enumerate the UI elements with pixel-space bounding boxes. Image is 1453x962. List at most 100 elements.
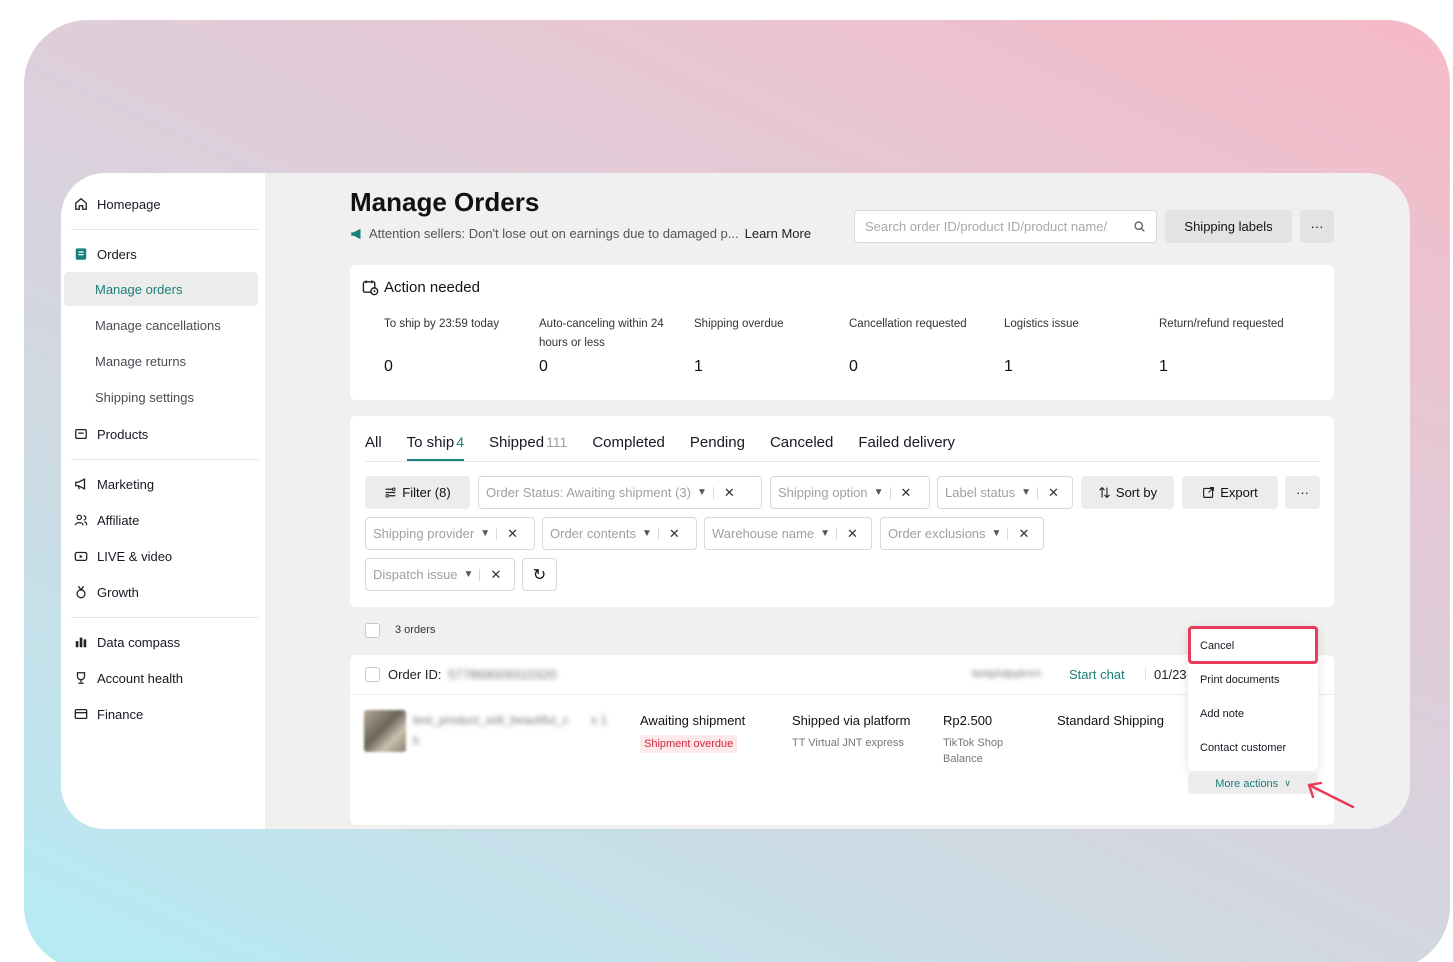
payment-method-line2: Balance <box>943 753 983 765</box>
shipping-option-filter[interactable]: Shipping option ▼ ✕ <box>770 476 930 509</box>
chip-label: Shipping option <box>778 485 868 500</box>
shipping-provider-filter[interactable]: Shipping provider ▼ ✕ <box>365 517 535 550</box>
sidebar: Homepage Orders Manage orders Manage can… <box>61 173 265 829</box>
more-actions-button[interactable]: More actions ∨ <box>1188 773 1318 794</box>
close-icon[interactable]: ✕ <box>901 485 912 501</box>
action-needed-title: Action needed <box>384 279 480 296</box>
separator <box>1145 668 1146 679</box>
action-item-label: Return/refund requested <box>1159 318 1284 330</box>
product-thumbnail[interactable] <box>364 710 406 752</box>
calendar-clock-icon <box>362 280 379 296</box>
reset-filters-button[interactable]: ↻ <box>522 558 557 591</box>
sidebar-item-label: Affiliate <box>97 512 140 528</box>
tab-completed[interactable]: Completed <box>592 434 665 461</box>
sidebar-item-label: Growth <box>97 584 139 600</box>
action-item-logistics-issue[interactable]: Logistics issue 1 <box>1004 315 1154 376</box>
sidebar-item-homepage[interactable]: Homepage <box>71 189 257 219</box>
menu-item-print-documents[interactable]: Print documents <box>1200 674 1279 686</box>
tab-label: All <box>365 434 382 451</box>
sort-by-button[interactable]: Sort by <box>1081 476 1174 509</box>
arrow-pointer-icon <box>1307 781 1355 809</box>
action-item-count: 0 <box>384 358 393 375</box>
sidebar-item-label: Marketing <box>97 476 155 492</box>
export-button[interactable]: Export <box>1182 476 1278 509</box>
close-icon[interactable]: ✕ <box>847 526 858 542</box>
action-item-return-refund[interactable]: Return/refund requested 1 <box>1159 315 1309 376</box>
chip-label: Label status <box>945 485 1016 500</box>
sidebar-item-shipping-settings[interactable]: Shipping settings <box>64 380 258 414</box>
close-icon[interactable]: ✕ <box>669 526 680 542</box>
sidebar-item-orders[interactable]: Orders <box>71 239 257 269</box>
order-id-value[interactable]: 577868009310320 <box>448 667 556 682</box>
warehouse-name-filter[interactable]: Warehouse name ▼ ✕ <box>704 517 872 550</box>
close-icon[interactable]: ✕ <box>1048 485 1059 501</box>
learn-more-link[interactable]: Learn More <box>745 226 811 241</box>
tab-divider <box>365 461 1320 462</box>
tab-count: 111 <box>546 434 568 450</box>
sidebar-item-label: Homepage <box>97 196 161 212</box>
dispatch-issue-filter[interactable]: Dispatch issue ▼ ✕ <box>365 558 515 591</box>
shipping-labels-button[interactable]: Shipping labels <box>1165 210 1292 243</box>
sidebar-item-manage-cancellations[interactable]: Manage cancellations <box>64 308 258 342</box>
menu-item-add-note[interactable]: Add note <box>1200 708 1244 720</box>
sidebar-item-marketing[interactable]: Marketing <box>71 469 257 499</box>
sidebar-item-finance[interactable]: Finance <box>71 699 257 729</box>
chevron-down-icon: ▼ <box>873 487 884 498</box>
tab-all[interactable]: All <box>365 434 382 461</box>
sidebar-item-manage-orders[interactable]: Manage orders <box>64 272 258 306</box>
menu-item-contact-customer[interactable]: Contact customer <box>1200 742 1286 754</box>
order-checkbox[interactable] <box>365 667 380 682</box>
chevron-down-icon: ▼ <box>991 528 1002 539</box>
order-date: 01/23 <box>1154 667 1187 682</box>
chip-label: Shipping provider <box>373 526 475 541</box>
tab-failed-delivery[interactable]: Failed delivery <box>858 434 955 461</box>
action-item-cancellation-requested[interactable]: Cancellation requested 0 <box>849 315 999 376</box>
action-item-count: 1 <box>1004 358 1013 375</box>
chip-label: Dispatch issue <box>373 567 458 582</box>
action-item-auto-canceling[interactable]: Auto-canceling within 24 hours or less 0 <box>539 315 679 376</box>
tab-shipped[interactable]: Shipped 111 <box>489 434 567 461</box>
close-icon[interactable]: ✕ <box>490 567 501 583</box>
sort-icon <box>1099 486 1110 499</box>
product-name[interactable]: test_product_sell_beautiful_c <box>413 713 568 727</box>
tab-to-ship[interactable]: To ship 4 <box>406 434 464 461</box>
sidebar-item-products[interactable]: Products <box>71 419 257 449</box>
sort-by-label: Sort by <box>1115 485 1158 500</box>
filter-button[interactable]: Filter (8) <box>365 476 470 509</box>
wallet-icon <box>74 707 88 721</box>
order-exclusions-filter[interactable]: Order exclusions ▼ ✕ <box>880 517 1044 550</box>
search-placeholder: Search order ID/product ID/product name/ <box>865 219 1108 234</box>
sidebar-item-account-health[interactable]: Account health <box>71 663 257 693</box>
action-item-shipping-overdue[interactable]: Shipping overdue 1 <box>694 315 844 376</box>
sidebar-item-manage-returns[interactable]: Manage returns <box>64 344 258 378</box>
divider <box>71 229 259 230</box>
menu-item-cancel[interactable]: Cancel <box>1200 640 1234 652</box>
order-card: Order ID: 577868009310320 testphdpyknrn … <box>350 655 1334 825</box>
close-icon[interactable]: ✕ <box>724 485 735 501</box>
tab-canceled[interactable]: Canceled <box>770 434 833 461</box>
search-input[interactable]: Search order ID/product ID/product name/ <box>854 210 1157 243</box>
orders-icon <box>74 247 88 261</box>
order-contents-filter[interactable]: Order contents ▼ ✕ <box>542 517 697 550</box>
label-status-filter[interactable]: Label status ▼ ✕ <box>937 476 1073 509</box>
sidebar-item-data-compass[interactable]: Data compass <box>71 627 257 657</box>
chip-separator <box>496 527 498 540</box>
select-all-checkbox[interactable] <box>365 623 380 638</box>
tab-label: Shipped <box>489 434 545 451</box>
tab-pending[interactable]: Pending <box>690 434 745 461</box>
product-variant: b <box>413 735 420 747</box>
sidebar-item-live-video[interactable]: LIVE & video <box>71 541 257 571</box>
chip-separator <box>657 527 659 540</box>
close-icon[interactable]: ✕ <box>507 526 518 542</box>
megaphone-icon <box>74 477 88 491</box>
more-filter-options-button[interactable]: ··· <box>1285 476 1320 509</box>
order-status-filter[interactable]: Order Status: Awaiting shipment (3) ▼ ✕ <box>478 476 762 509</box>
start-chat-link[interactable]: Start chat <box>1069 667 1125 682</box>
filter-button-label: Filter (8) <box>402 485 451 500</box>
close-icon[interactable]: ✕ <box>1018 526 1029 542</box>
sidebar-item-growth[interactable]: Growth <box>71 577 257 607</box>
trophy-icon <box>74 671 88 685</box>
more-options-button[interactable]: ··· <box>1300 210 1334 243</box>
action-item-to-ship-today[interactable]: To ship by 23:59 today 0 <box>384 315 534 376</box>
sidebar-item-affiliate[interactable]: Affiliate <box>71 505 257 535</box>
